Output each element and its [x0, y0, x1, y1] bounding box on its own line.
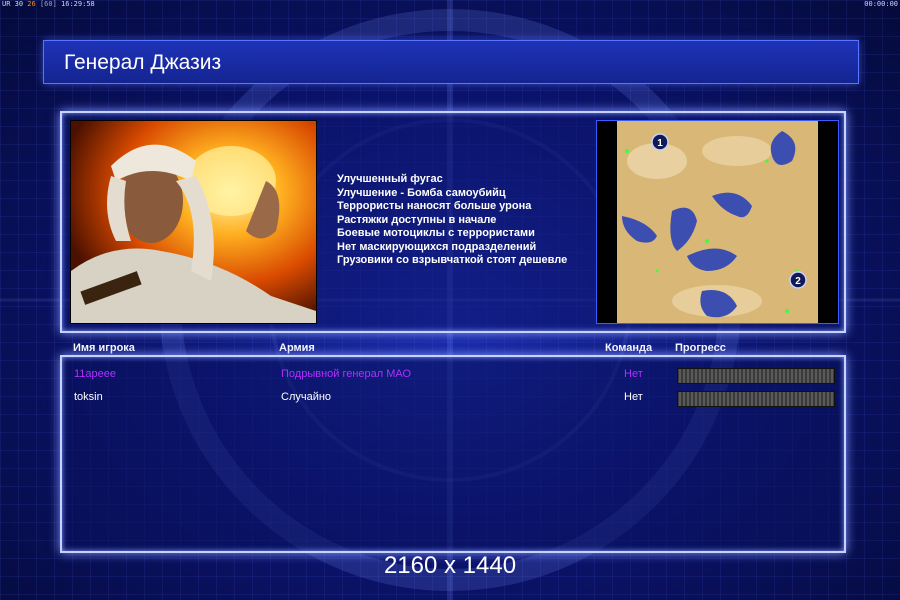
- feature-item: Грузовики со взрывчаткой стоят дешевле: [337, 254, 568, 266]
- player-team: Нет: [624, 391, 643, 403]
- feature-item: Растяжки доступны в начале: [337, 213, 497, 226]
- map-preview: 1 2: [596, 120, 839, 324]
- header-team: Команда: [605, 342, 653, 354]
- feature-item: Террористы наносят больше урона: [337, 200, 532, 212]
- feature-item: Улучшение - Бомба самоубийц: [337, 186, 506, 199]
- fps-limit: [60]: [39, 0, 57, 8]
- fps-counter: 26: [27, 0, 36, 8]
- feature-item: Боевые мотоциклы с террористами: [337, 227, 535, 239]
- start-position-2: 2: [795, 276, 801, 287]
- header-player-name: Имя игрока: [73, 342, 135, 354]
- player-row: 11apeee Подрывной генерал МАО Нет: [62, 365, 844, 385]
- resolution-label: 2160 x 1440: [383, 552, 517, 579]
- player-name: 11apeee: [74, 368, 117, 380]
- player-team: Нет: [624, 368, 643, 380]
- player-army: Случайно: [281, 391, 332, 403]
- player-row: toksin Случайно Нет: [62, 388, 844, 408]
- start-position-1: 1: [657, 138, 663, 149]
- feature-item: Улучшенный фугас: [337, 173, 443, 185]
- header-progress: Прогресс: [675, 342, 726, 354]
- player-army: Подрывной генерал МАО: [281, 368, 412, 380]
- clock: 16:29:58: [61, 0, 95, 8]
- header-army: Армия: [279, 342, 315, 354]
- general-title: Генерал Джазиз: [64, 51, 222, 74]
- status-prefix: UR 30: [2, 0, 24, 8]
- status-bar-left: UR 30 26 [60] 16:29:58: [2, 0, 95, 8]
- player-name: toksin: [74, 391, 103, 403]
- general-portrait: [70, 120, 317, 324]
- title-bar: Генерал Джазиз: [43, 40, 859, 84]
- players-table: 11apeee Подрывной генерал МАО Нет toksin…: [60, 355, 846, 553]
- status-bar-right: 00:00:00: [864, 0, 898, 8]
- general-features-list: Улучшенный фугас Улучшение - Бомба самоу…: [337, 173, 567, 268]
- player-progress-bar: [677, 368, 835, 384]
- feature-item: Нет маскирующихся подразделений: [337, 240, 537, 253]
- player-progress-bar: [677, 391, 835, 407]
- players-table-header: Имя игрока Армия Команда Прогресс: [73, 342, 853, 356]
- general-info-panel: Улучшенный фугас Улучшение - Бомба самоу…: [60, 111, 846, 333]
